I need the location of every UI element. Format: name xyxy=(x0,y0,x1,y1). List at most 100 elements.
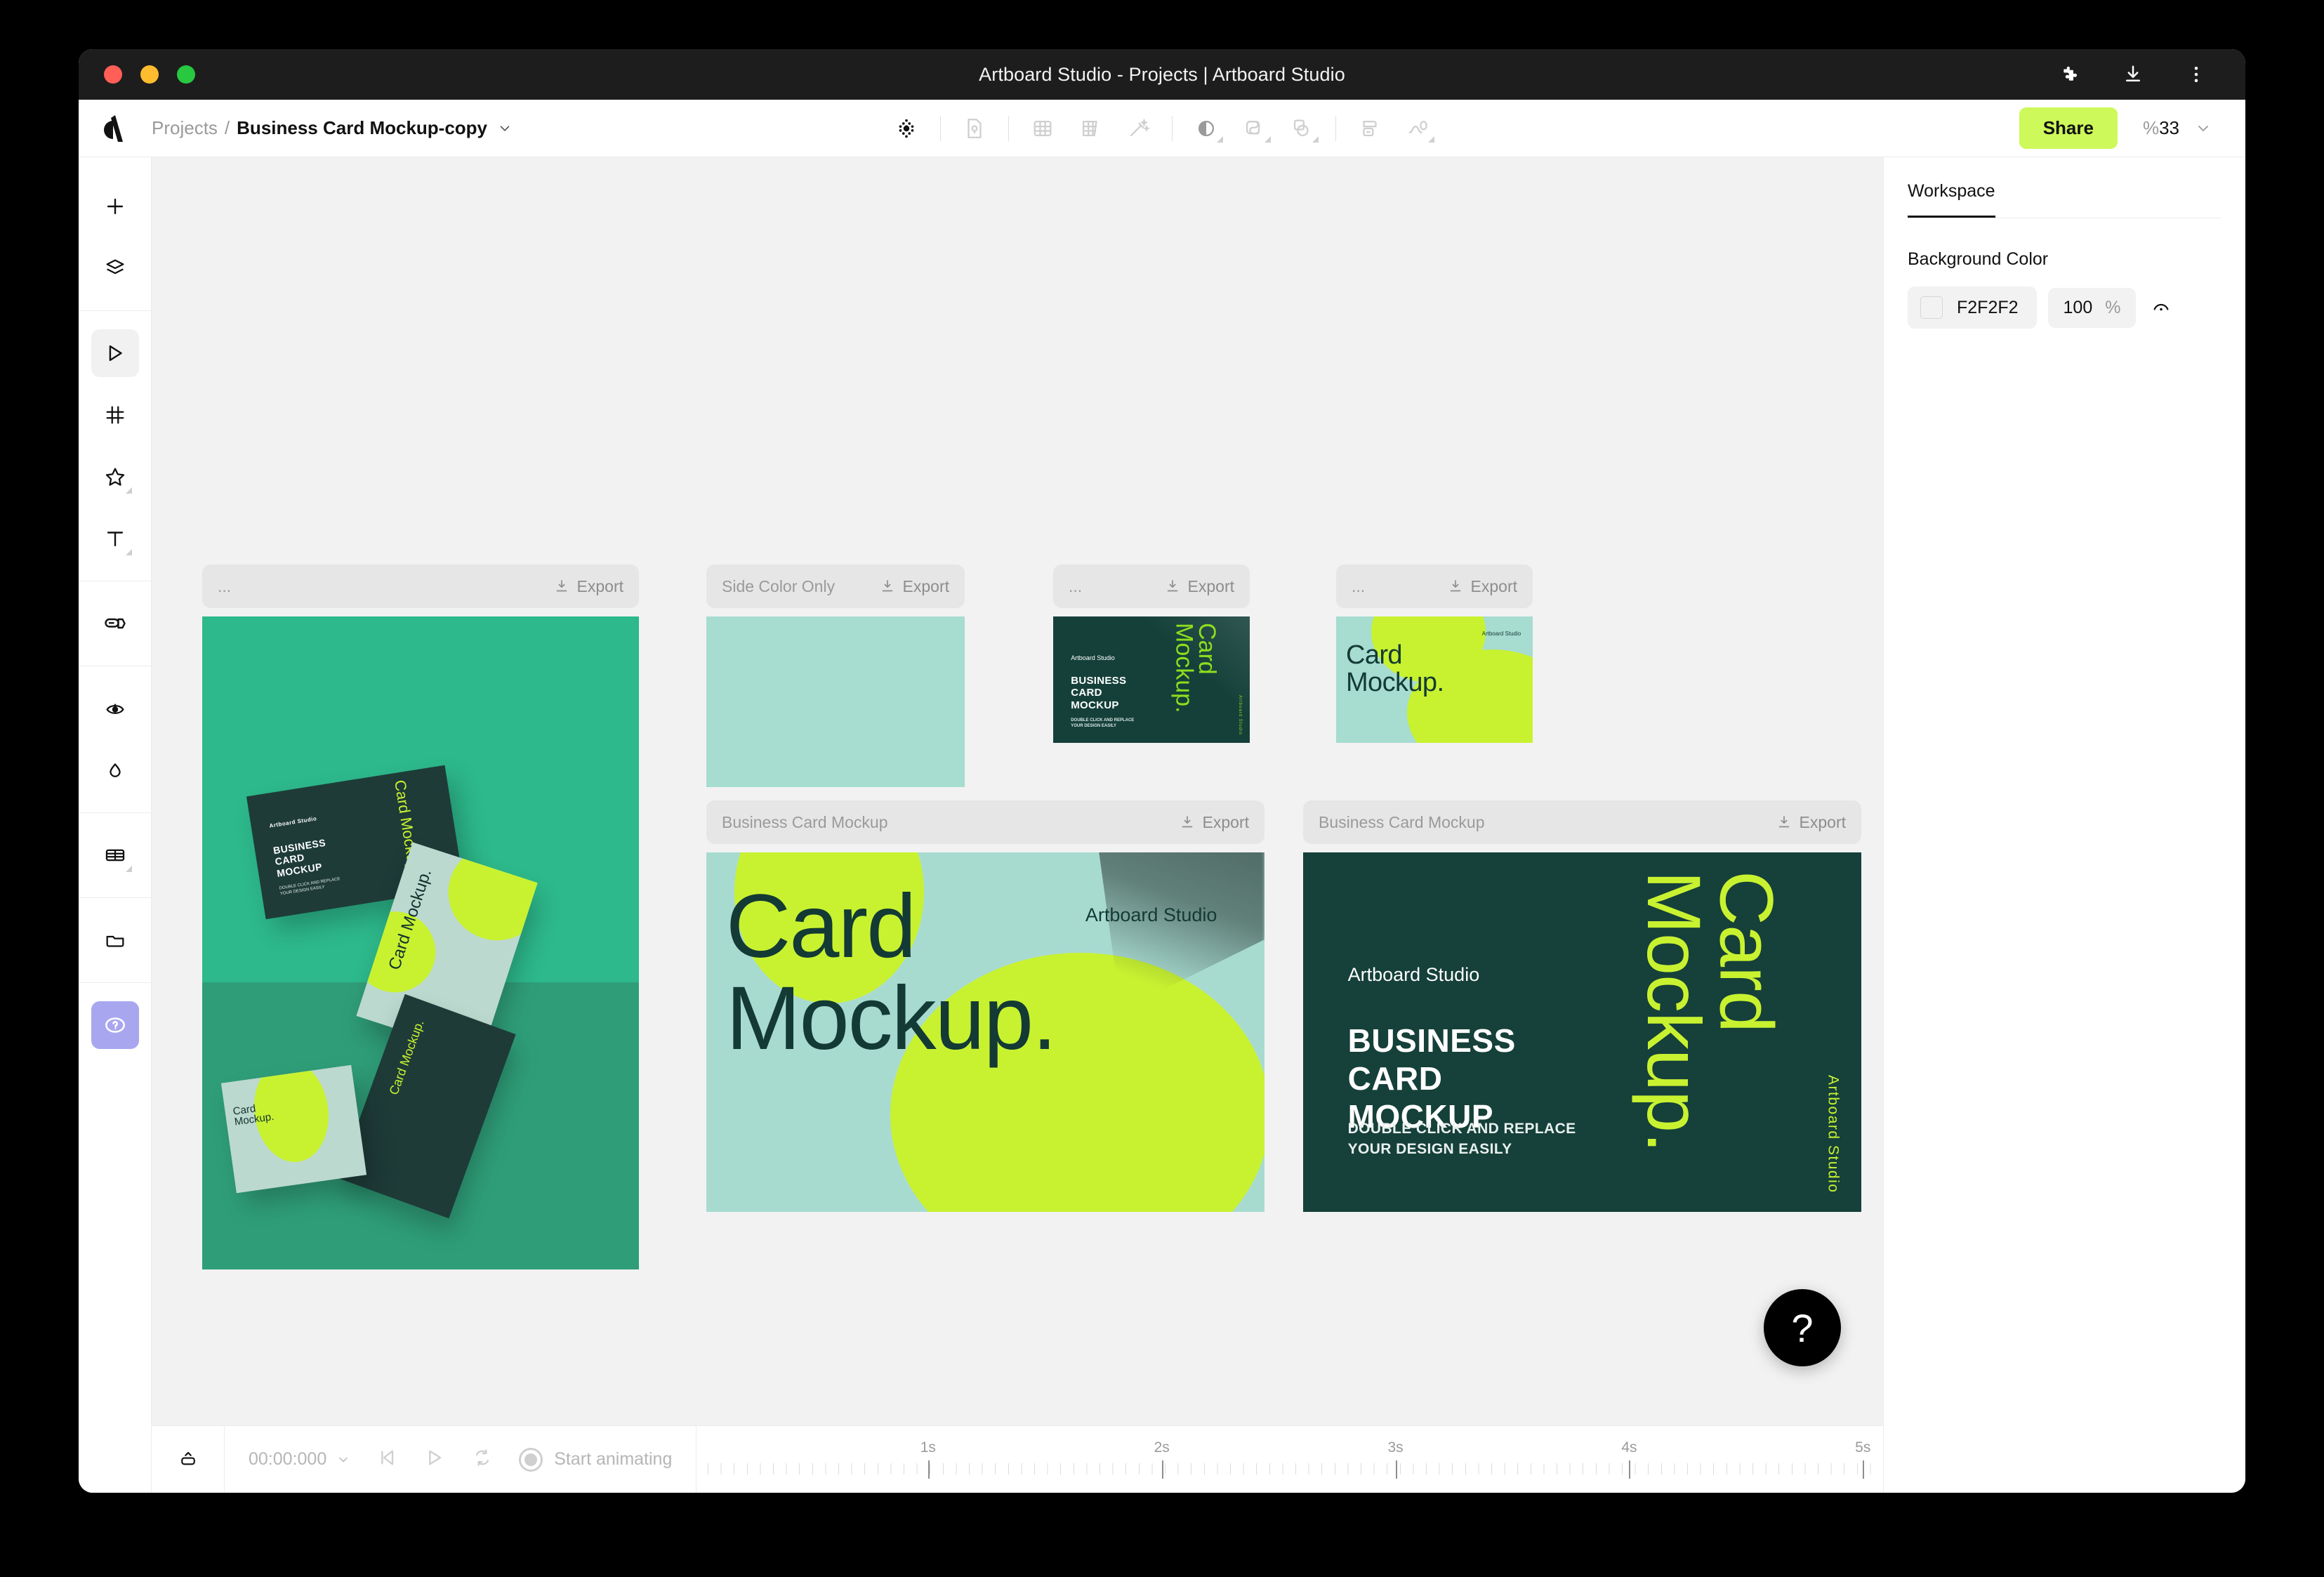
export-label: Export xyxy=(1470,576,1517,595)
artboard-canvas[interactable]: Card Mockup. Artboard Studio xyxy=(706,852,1265,1212)
card-sub: DOUBLE CLICK AND REPLACE YOUR DESIGN EASI… xyxy=(1071,718,1135,729)
rail-divider xyxy=(79,310,152,311)
artboard-studio-logo[interactable] xyxy=(79,114,152,143)
record-icon[interactable] xyxy=(519,1447,543,1472)
opacity-field[interactable]: 100 % xyxy=(2047,287,2137,328)
color-swatch[interactable] xyxy=(1920,296,1943,319)
card-title: Card Mockup. xyxy=(1346,640,1444,697)
sidebar-item-text[interactable] xyxy=(91,515,139,562)
sidebar-item-help[interactable] xyxy=(91,1001,139,1049)
tool-expand-indicator xyxy=(1428,136,1434,143)
sidebar-item-add[interactable] xyxy=(91,183,139,230)
export-button[interactable]: Export xyxy=(879,577,949,596)
shape-icon[interactable] xyxy=(1230,107,1278,150)
perspective-grid-icon[interactable] xyxy=(1067,107,1114,150)
magic-wand-icon[interactable] xyxy=(1114,107,1162,150)
artboard-business-card-mockup-dark[interactable]: Business Card Mockup Export Artboard Stu… xyxy=(1303,800,1861,1212)
sidebar-item-shape[interactable] xyxy=(91,453,139,501)
sidebar-item-artboard[interactable] xyxy=(91,391,139,439)
artboard-canvas[interactable]: Artboard Studio BUSINESS CARD MOCKUP DOUBL… xyxy=(1053,616,1250,743)
help-fab-button[interactable]: ? xyxy=(1764,1289,1841,1366)
hex-color-field[interactable]: F2F2F2 xyxy=(1908,286,2037,329)
ruler-ticks xyxy=(708,1463,1872,1474)
sidebar-item-folder[interactable] xyxy=(91,916,139,964)
mockup-headline: BUSINESS CARD MOCKUP xyxy=(272,836,326,879)
share-button[interactable]: Share xyxy=(2019,107,2118,149)
artboard-label[interactable]: ... xyxy=(1352,577,1365,596)
artboard-label[interactable]: Business Card Mockup xyxy=(1319,813,1485,832)
artboard-side-color-only[interactable]: Side Color Only Export xyxy=(706,565,965,787)
breadcrumb-current[interactable]: Business Card Mockup-copy xyxy=(237,117,487,139)
artboard-header[interactable]: ... Export xyxy=(202,565,639,608)
banner-icon[interactable] xyxy=(1346,107,1394,150)
artboard-mint-card-small[interactable]: ... Export Card Mockup. Artboard Studio xyxy=(1336,565,1533,743)
export-button[interactable]: Export xyxy=(1179,813,1249,832)
artboard-label[interactable]: Business Card Mockup xyxy=(722,813,888,832)
toolbar-divider xyxy=(1335,115,1336,141)
artboard-canvas[interactable]: Artboard Studio BUSINESS CARD MOCKUP DOUBL… xyxy=(1303,852,1861,1212)
mint-card-large: Card Mockup. Artboard Studio xyxy=(706,852,1265,1212)
path-icon[interactable] xyxy=(1394,107,1441,150)
timeline-time[interactable]: 00:00:000 xyxy=(249,1449,350,1470)
canvas[interactable]: ... Export Artboard Studio BUSINESS CARD M… xyxy=(152,157,1883,1493)
artboard-business-card-mockup-mint[interactable]: Business Card Mockup Export Card Mockup. … xyxy=(706,800,1265,1212)
export-button[interactable]: Export xyxy=(1776,813,1846,832)
visibility-icon[interactable] xyxy=(2147,293,2175,322)
top-toolbar: Projects / Business Card Mockup-copy Sha… xyxy=(79,100,2245,157)
artboard-header[interactable]: ... Export xyxy=(1053,565,1250,608)
ruler-label: 1s xyxy=(920,1439,936,1456)
left-tool-rail xyxy=(79,157,152,1493)
artboard-header[interactable]: Business Card Mockup Export xyxy=(1303,800,1861,844)
ruler-label: 5s xyxy=(1855,1439,1871,1456)
sidebar-item-color-drop[interactable] xyxy=(91,746,139,794)
artboard-header[interactable]: Side Color Only Export xyxy=(706,565,965,608)
card-studio-label: Artboard Studio xyxy=(1071,654,1115,661)
timeline-ruler[interactable]: 1s 2s 3s 4s 5s xyxy=(696,1426,1883,1493)
file-icon[interactable] xyxy=(951,107,998,150)
card-studio-label: Artboard Studio xyxy=(1085,904,1217,926)
artboard-header[interactable]: ... Export xyxy=(1336,565,1533,608)
artboard-label[interactable]: ... xyxy=(218,577,231,596)
opacity-icon[interactable] xyxy=(1182,107,1230,150)
artboard-header[interactable]: Business Card Mockup Export xyxy=(706,800,1265,844)
artboard-label[interactable]: Side Color Only xyxy=(722,577,835,596)
collapse-panel-icon[interactable] xyxy=(152,1426,225,1493)
skip-to-start-icon[interactable] xyxy=(376,1446,398,1472)
play-icon[interactable] xyxy=(423,1446,446,1472)
mockup-card-dark-bottom: Card Mockup. BUSINESSCARD xyxy=(338,994,516,1219)
chevron-down-icon[interactable] xyxy=(2195,120,2212,137)
sidebar-item-sticker[interactable] xyxy=(91,600,139,647)
start-animating-button[interactable]: Start animating xyxy=(519,1447,672,1472)
sidebar-item-table[interactable] xyxy=(91,831,139,879)
card-headline: BUSINESS CARD MOCKUP xyxy=(1071,674,1127,712)
export-button[interactable]: Export xyxy=(553,577,623,596)
mockup-vertical-title: Card Mockup. xyxy=(386,1017,427,1097)
pattern-icon[interactable] xyxy=(883,107,930,150)
grid-icon[interactable] xyxy=(1019,107,1067,150)
breadcrumb-parent[interactable]: Projects xyxy=(152,117,218,139)
chevron-down-icon[interactable] xyxy=(497,121,513,136)
artboard-dark-card-small[interactable]: ... Export Artboard Studio BUSINESS CARD M… xyxy=(1053,565,1250,743)
loop-icon[interactable] xyxy=(471,1446,494,1472)
ruler-label: 3s xyxy=(1387,1439,1404,1456)
artboard-canvas[interactable]: Card Mockup. Artboard Studio xyxy=(1336,616,1533,743)
layers-stack-icon[interactable] xyxy=(1278,107,1326,150)
photo-mockup-scene: Artboard Studio BUSINESS CARD MOCKUP DOUBL… xyxy=(202,616,639,1269)
sidebar-item-eyedropper[interactable] xyxy=(91,685,139,732)
artboard-label[interactable]: ... xyxy=(1069,577,1082,596)
mockup-sub: DOUBLE CLICK AND REPLACE YOUR DESIGN EASI… xyxy=(278,876,341,897)
export-button[interactable]: Export xyxy=(1447,577,1517,596)
zoom-level[interactable]: %33 xyxy=(2143,117,2179,139)
tab-workspace[interactable]: Workspace xyxy=(1908,181,1995,218)
card-studio-label: Artboard Studio xyxy=(1347,963,1480,985)
card-vertical-studio: Artboard Studio xyxy=(1825,1075,1842,1194)
sidebar-item-layers[interactable] xyxy=(91,244,139,292)
export-label: Export xyxy=(1799,812,1846,831)
sidebar-item-select[interactable] xyxy=(91,329,139,377)
toolbar-divider xyxy=(940,115,941,141)
artboard-photo-mockup[interactable]: ... Export Artboard Studio BUSINESS CARD M… xyxy=(202,565,639,1269)
artboard-canvas[interactable]: Artboard Studio BUSINESS CARD MOCKUP DOUBL… xyxy=(202,616,639,1269)
artboard-canvas[interactable] xyxy=(706,616,965,787)
export-label: Export xyxy=(1187,576,1234,595)
export-button[interactable]: Export xyxy=(1164,577,1234,596)
